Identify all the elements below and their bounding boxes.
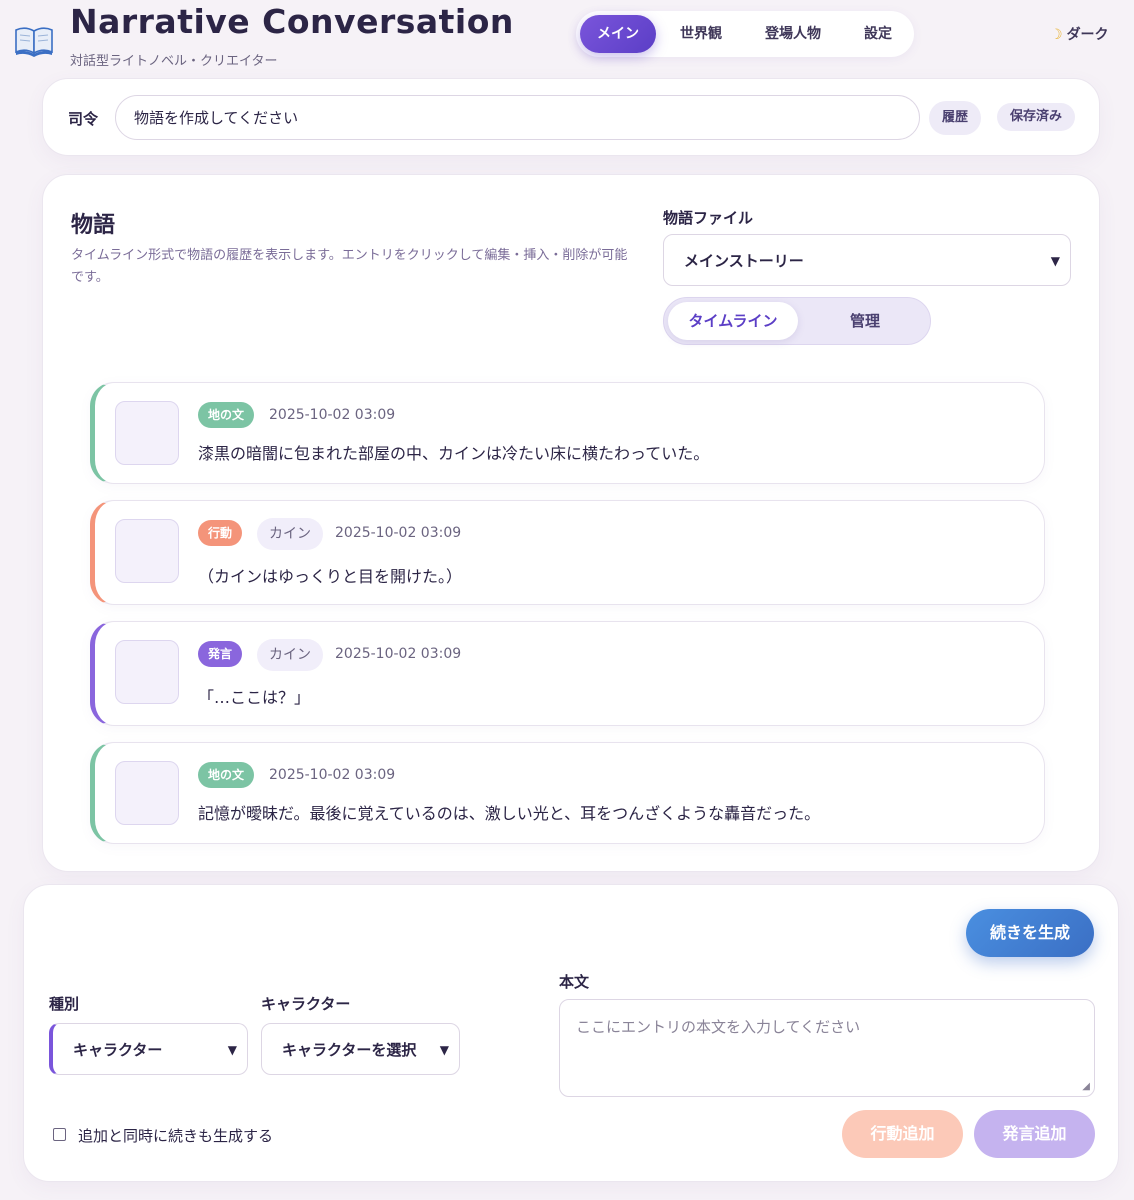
entry-timestamp: 2025-10-02 03:09 [269,767,396,783]
character-label: キャラクター [261,995,351,1013]
command-input[interactable] [115,95,920,140]
timeline-entry[interactable]: 地の文 2025-10-02 03:09 記憶が曖昧だ。最後に覚えているのは、激… [90,742,1045,844]
app-subtitle: 対話型ライトノベル・クリエイター [70,54,278,69]
auto-generate-label: 追加と同時に続きも生成する [78,1127,274,1145]
tab-characters[interactable]: 登場人物 [748,15,838,53]
entry-timestamp: 2025-10-02 03:09 [335,525,462,541]
main-nav: メイン 世界観 登場人物 設定 [576,11,914,57]
entry-composer: 続きを生成 種別 キャラクター ▼ キャラクター キャラクターを選択 ▼ 本文 … [23,884,1119,1182]
open-book-icon [15,27,53,57]
entry-type-badge: 行動 [198,520,243,546]
entry-timestamp: 2025-10-02 03:09 [335,646,462,662]
avatar-placeholder [115,401,179,465]
type-select[interactable]: キャラクター ▼ [49,1023,248,1075]
avatar-placeholder [115,761,179,825]
tab-main[interactable]: メイン [580,15,656,53]
timeline-entry[interactable]: 発言 カイン 2025-10-02 03:09 「…ここは？」 [90,621,1045,726]
entry-type-badge: 地の文 [198,402,255,428]
story-description: タイムライン形式で物語の履歴を表示します。エントリをクリックして編集・挿入・削除… [71,248,628,285]
body-textarea[interactable]: ここにエントリの本文を入力してください ◢ [559,999,1095,1097]
add-action-button[interactable]: 行動追加 [842,1110,963,1158]
chevron-down-icon: ▼ [439,1043,449,1057]
story-file-label: 物語ファイル [663,209,754,227]
body-label: 本文 [559,973,590,991]
entry-text: 記憶が曖昧だ。最後に覚えているのは、激しい光と、耳をつんざくような轟音だった。 [198,804,821,823]
timeline-entry[interactable]: 地の文 2025-10-02 03:09 漆黒の暗闇に包まれた部屋の中、カインは… [90,382,1045,484]
character-select[interactable]: キャラクターを選択 ▼ [261,1023,460,1075]
app-header: Narrative Conversation 対話型ライトノベル・クリエイター … [0,0,1134,78]
add-speech-button[interactable]: 発言追加 [974,1110,1095,1158]
command-label: 司令 [68,110,99,128]
resize-handle-icon[interactable]: ◢ [1082,1081,1090,1092]
saved-status-button[interactable]: 保存済み [997,103,1075,131]
entry-type-badge: 発言 [198,641,243,667]
entry-text: 漆黒の暗闇に包まれた部屋の中、カインは冷たい床に横たわっていた。 [198,444,710,463]
entry-character-chip: カイン [257,518,323,550]
view-manage-button[interactable]: 管理 [800,302,930,340]
entry-text: 「…ここは？」 [198,688,311,707]
view-switcher: タイムライン 管理 [663,297,931,345]
story-file-value: メインストーリー [684,252,804,270]
chevron-down-icon: ▼ [1050,254,1060,268]
story-heading: 物語 [71,213,116,238]
tab-world[interactable]: 世界観 [666,15,736,53]
story-file-select[interactable]: メインストーリー ▼ [663,234,1071,286]
body-placeholder: ここにエントリの本文を入力してください [576,1018,861,1036]
tab-settings[interactable]: 設定 [848,15,908,53]
dark-mode-label: ダーク [1066,27,1109,43]
story-panel: 物語 タイムライン形式で物語の履歴を表示します。エントリをクリックして編集・挿入… [42,174,1100,872]
entry-character-chip: カイン [257,639,323,671]
timeline-entry[interactable]: 行動 カイン 2025-10-02 03:09 （カインはゆっくりと目を開けた。… [90,500,1045,605]
avatar-placeholder [115,640,179,704]
entry-type-badge: 地の文 [198,762,255,788]
moon-icon: ☽ [1050,27,1063,43]
view-timeline-button[interactable]: タイムライン [668,302,798,340]
avatar-placeholder [115,519,179,583]
entry-timestamp: 2025-10-02 03:09 [269,407,396,423]
dark-mode-toggle[interactable]: ☽ ダーク [1050,24,1109,44]
type-select-value: キャラクター [73,1041,163,1059]
entry-text: （カインはゆっくりと目を開けた。） [198,567,463,586]
character-select-value: キャラクターを選択 [282,1041,417,1059]
history-button[interactable]: 履歴 [929,101,981,135]
generate-continuation-button[interactable]: 続きを生成 [966,909,1094,957]
auto-generate-checkbox[interactable] [53,1128,66,1141]
app-title: Narrative Conversation [70,2,514,41]
chevron-down-icon: ▼ [227,1043,237,1057]
command-bar: 司令 履歴 保存済み [42,78,1100,156]
type-label: 種別 [49,995,80,1013]
